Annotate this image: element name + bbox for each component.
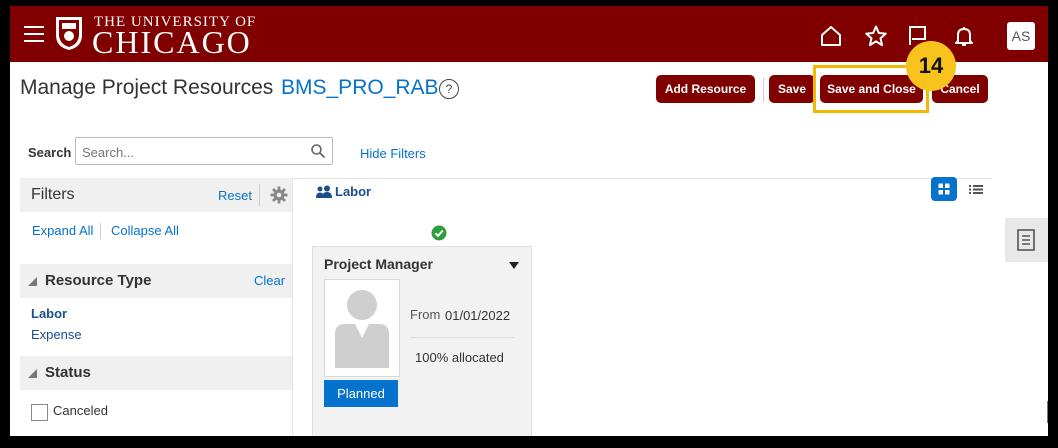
toolbar-divider	[763, 78, 764, 102]
save-button[interactable]: Save	[769, 75, 815, 103]
menu-icon[interactable]	[24, 26, 44, 42]
card-title: Project Manager	[324, 256, 433, 272]
canceled-checkbox-label: Canceled	[53, 403, 108, 418]
grid-view-button[interactable]	[931, 177, 957, 201]
help-icon[interactable]: ?	[439, 79, 459, 99]
filters-panel-border	[292, 178, 293, 436]
reset-filters-link[interactable]: Reset	[218, 188, 252, 203]
filters-header-divider	[259, 184, 260, 206]
star-icon[interactable]	[864, 24, 888, 48]
resource-type-section-header[interactable]: Resource Type Clear	[20, 264, 292, 298]
status-title: Status	[45, 364, 91, 381]
filters-title: Filters	[31, 186, 75, 203]
search-icon[interactable]	[310, 143, 326, 159]
document-icon[interactable]	[1017, 229, 1035, 251]
card-menu-caret-icon[interactable]	[509, 262, 519, 269]
collapse-triangle-icon[interactable]	[28, 369, 37, 378]
filters-header: Filters Reset	[20, 178, 292, 212]
project-name: BMS_PRO_RAB	[281, 76, 439, 99]
status-badge: Planned	[324, 380, 398, 407]
expand-all-link[interactable]: Expand All	[32, 223, 93, 238]
app-window: THE UNIVERSITY OF CHICAGO AS Manage Proj…	[10, 6, 1048, 436]
filter-option-expense[interactable]: Expense	[31, 327, 82, 342]
clear-resource-type-link[interactable]: Clear	[254, 273, 285, 288]
resource-card[interactable]: Project Manager From 01/01/2022 100% all…	[312, 246, 532, 436]
resource-photo-placeholder	[324, 279, 400, 377]
gear-icon[interactable]	[270, 186, 288, 204]
collapse-all-link[interactable]: Collapse All	[111, 223, 179, 238]
grid-view-icon	[938, 183, 950, 195]
user-avatar[interactable]: AS	[1007, 22, 1035, 50]
status-section-header[interactable]: Status	[20, 356, 292, 390]
collapse-triangle-icon[interactable]	[28, 277, 37, 286]
check-circle-icon	[431, 225, 447, 241]
add-resource-button[interactable]: Add Resource	[656, 75, 755, 103]
search-field	[75, 137, 333, 165]
card-divider	[410, 337, 514, 338]
step-number-badge: 14	[906, 41, 956, 91]
filter-option-labor[interactable]: Labor	[31, 306, 67, 321]
bell-icon[interactable]	[952, 24, 976, 48]
resource-type-title: Resource Type	[45, 272, 152, 289]
right-side-panel-tab[interactable]	[1005, 218, 1048, 262]
expand-collapse-divider	[100, 223, 101, 239]
search-input[interactable]	[80, 143, 304, 161]
from-date: 01/01/2022	[445, 308, 511, 323]
page-title: Manage Project Resources	[20, 76, 274, 99]
list-view-icon[interactable]	[968, 182, 984, 196]
from-label: From	[410, 307, 441, 322]
home-icon[interactable]	[819, 24, 843, 48]
hide-filters-link[interactable]: Hide Filters	[360, 146, 426, 161]
search-label: Search	[28, 145, 72, 160]
university-crest-icon	[56, 17, 82, 50]
top-bar: THE UNIVERSITY OF CHICAGO AS	[10, 6, 1048, 62]
labor-group-link[interactable]: Labor	[335, 184, 371, 199]
allocation-text: 100% allocated	[415, 350, 504, 365]
people-icon	[316, 185, 332, 198]
logo-text-main: CHICAGO	[92, 24, 252, 60]
person-silhouette-icon	[335, 290, 389, 368]
canceled-checkbox[interactable]	[31, 404, 48, 421]
scrollbar-indicator[interactable]	[1047, 401, 1048, 423]
content-top-divider	[292, 178, 992, 179]
